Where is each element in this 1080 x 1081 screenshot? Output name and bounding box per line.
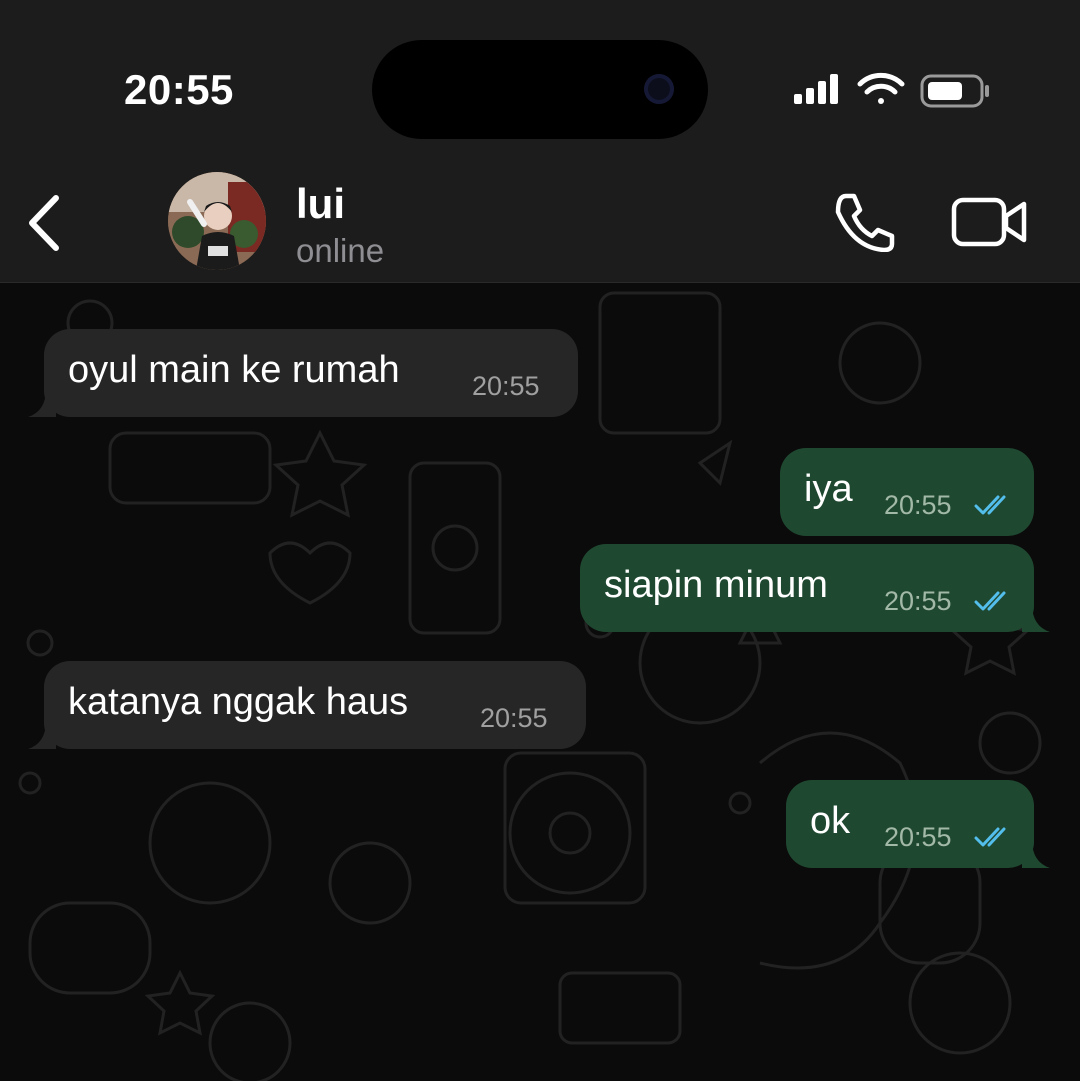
bubble-tail [1022, 840, 1050, 868]
message-time: 20:55 [884, 822, 952, 852]
battery-icon [920, 74, 989, 108]
dynamic-island [372, 40, 708, 139]
chevron-left-icon [29, 195, 59, 251]
front-camera-icon [644, 74, 674, 104]
message-time: 20:55 [884, 586, 952, 616]
message-text: siapin minum [604, 564, 828, 606]
back-button[interactable] [22, 192, 72, 254]
double-check-icon [974, 591, 1006, 611]
cellular-signal-icon [794, 74, 838, 104]
chat-header: 20:55 lui online [0, 0, 1080, 283]
wifi-icon [857, 72, 905, 104]
chat-screen: 20:55 lui online oyul main ke rumah 20:5… [0, 0, 1080, 1081]
double-check-icon [974, 495, 1006, 515]
message-bubble-incoming[interactable]: oyul main ke rumah 20:55 [28, 329, 578, 417]
voice-call-button[interactable] [832, 192, 896, 253]
bubble-tail [28, 389, 56, 417]
message-time: 20:55 [480, 703, 548, 733]
message-time: 20:55 [884, 490, 952, 520]
status-icons [794, 72, 989, 108]
chat-background: oyul main ke rumah 20:55 iya 20:55 siapi… [0, 283, 1080, 1081]
video-call-button[interactable] [950, 196, 1030, 248]
message-text: katanya nggak haus [68, 681, 409, 723]
video-camera-icon [951, 197, 1027, 247]
message-bubble-outgoing[interactable]: iya 20:55 [780, 448, 1034, 536]
message-bubble-outgoing[interactable]: siapin minum 20:55 [580, 544, 1050, 632]
message-bubble-outgoing[interactable]: ok 20:55 [786, 780, 1050, 868]
contact-photo [168, 172, 266, 270]
message-bubble-incoming[interactable]: katanya nggak haus 20:55 [28, 661, 586, 749]
bubble-tail [1022, 604, 1050, 632]
message-text: ok [810, 800, 851, 842]
contact-name[interactable]: lui [296, 180, 345, 228]
double-check-icon [974, 827, 1006, 847]
message-text: iya [804, 468, 853, 510]
avatar[interactable] [168, 172, 266, 270]
contact-status: online [296, 232, 385, 269]
bubble-tail [28, 721, 56, 749]
message-time: 20:55 [472, 371, 540, 401]
phone-icon [835, 193, 895, 253]
status-time: 20:55 [124, 66, 234, 113]
message-text: oyul main ke rumah [68, 349, 400, 391]
